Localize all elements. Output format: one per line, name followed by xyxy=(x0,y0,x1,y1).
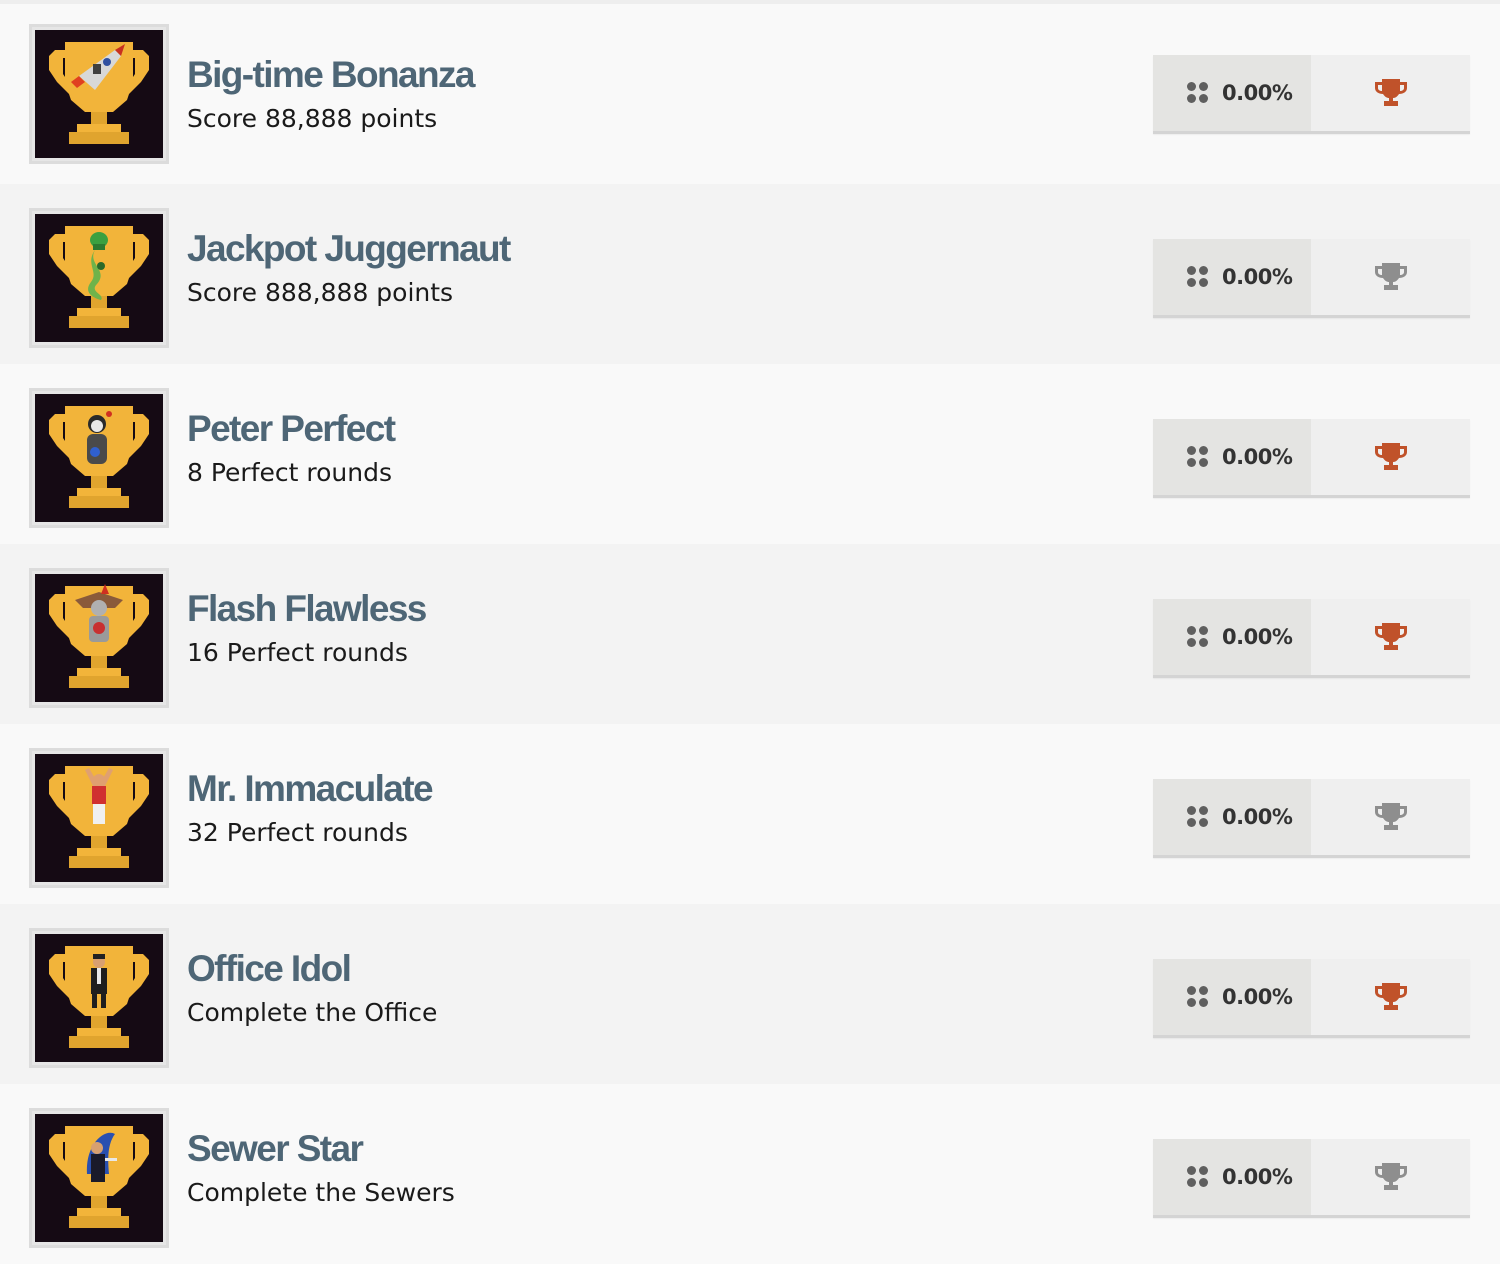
unlock-rate: 0.00% xyxy=(1153,599,1311,675)
achievement-row-7: Sewer Star Complete the Sewers 0.00% xyxy=(0,1084,1500,1264)
unlock-rate: 0.00% xyxy=(1153,1139,1311,1215)
bronze-trophy-icon xyxy=(1374,443,1407,470)
silver-trophy-icon xyxy=(1374,803,1407,830)
bronze-trophy-icon xyxy=(1374,79,1407,106)
achievement-row-3: Peter Perfect 8 Perfect rounds 0.00% xyxy=(0,364,1500,544)
global-stats-icon xyxy=(1187,1166,1209,1188)
achievement-badge-image xyxy=(29,1108,169,1248)
bronze-trophy-icon xyxy=(1374,623,1407,650)
silver-trophy-icon xyxy=(1374,1163,1407,1190)
achievement-badge-image xyxy=(29,208,169,348)
global-stats-icon xyxy=(1187,986,1209,1008)
achievement-row-4: Flash Flawless 16 Perfect rounds 0.00% xyxy=(0,544,1500,724)
achievement-description: 32 Perfect rounds xyxy=(187,818,408,847)
unlock-percent: 0.00% xyxy=(1222,81,1293,105)
global-stats-icon xyxy=(1187,82,1209,104)
achievement-badge-image xyxy=(29,928,169,1068)
global-stats-icon xyxy=(1187,806,1209,828)
achievement-badge-image xyxy=(29,748,169,888)
achievement-stats: 0.00% xyxy=(1153,599,1470,678)
achievement-title: Peter Perfect xyxy=(187,408,396,449)
unlock-rate: 0.00% xyxy=(1153,239,1311,315)
achievement-stats: 0.00% xyxy=(1153,779,1470,858)
achievement-title: Flash Flawless xyxy=(187,588,427,629)
trophy-tier xyxy=(1311,239,1470,315)
achievement-description: Score 88,888 points xyxy=(187,104,438,133)
achievement-description: Complete the Office xyxy=(187,998,438,1027)
trophy-tier xyxy=(1311,959,1470,1035)
unlock-rate: 0.00% xyxy=(1153,959,1311,1035)
achievement-description: 8 Perfect rounds xyxy=(187,458,392,487)
achievement-stats: 0.00% xyxy=(1153,959,1470,1038)
achievement-row-2: Jackpot Juggernaut Score 888,888 points … xyxy=(0,184,1500,364)
achievements-list: Big-time Bonanza Score 88,888 points 0.0… xyxy=(0,0,1500,1264)
achievement-title: Jackpot Juggernaut xyxy=(187,228,511,269)
achievement-badge-image xyxy=(29,388,169,528)
unlock-percent: 0.00% xyxy=(1222,625,1293,649)
unlock-rate: 0.00% xyxy=(1153,419,1311,495)
bronze-trophy-icon xyxy=(1374,983,1407,1010)
achievement-title: Big-time Bonanza xyxy=(187,54,475,95)
achievement-description: Score 888,888 points xyxy=(187,278,454,307)
achievement-title: Office Idol xyxy=(187,948,352,989)
unlock-percent: 0.00% xyxy=(1222,1165,1293,1189)
trophy-tier xyxy=(1311,599,1470,675)
unlock-percent: 0.00% xyxy=(1222,265,1293,289)
trophy-tier xyxy=(1311,779,1470,855)
global-stats-icon xyxy=(1187,626,1209,648)
unlock-rate: 0.00% xyxy=(1153,779,1311,855)
unlock-percent: 0.00% xyxy=(1222,805,1293,829)
achievement-stats: 0.00% xyxy=(1153,239,1470,318)
achievement-badge-image xyxy=(29,568,169,708)
unlock-percent: 0.00% xyxy=(1222,445,1293,469)
achievement-stats: 0.00% xyxy=(1153,1139,1470,1218)
trophy-tier xyxy=(1311,1139,1470,1215)
unlock-percent: 0.00% xyxy=(1222,985,1293,1009)
global-stats-icon xyxy=(1187,446,1209,468)
achievement-description: Complete the Sewers xyxy=(187,1178,455,1207)
unlock-rate: 0.00% xyxy=(1153,55,1311,131)
achievement-stats: 0.00% xyxy=(1153,55,1470,134)
achievement-description: 16 Perfect rounds xyxy=(187,638,408,667)
achievement-row-6: Office Idol Complete the Office 0.00% xyxy=(0,904,1500,1084)
silver-trophy-icon xyxy=(1374,263,1407,290)
achievement-title: Mr. Immaculate xyxy=(187,768,434,809)
trophy-tier xyxy=(1311,55,1470,131)
achievement-row-5: Mr. Immaculate 32 Perfect rounds 0.00% xyxy=(0,724,1500,904)
achievement-stats: 0.00% xyxy=(1153,419,1470,498)
global-stats-icon xyxy=(1187,266,1209,288)
trophy-tier xyxy=(1311,419,1470,495)
achievement-row-1: Big-time Bonanza Score 88,888 points 0.0… xyxy=(0,0,1500,184)
achievement-badge-image xyxy=(29,24,169,164)
achievement-title: Sewer Star xyxy=(187,1128,364,1169)
